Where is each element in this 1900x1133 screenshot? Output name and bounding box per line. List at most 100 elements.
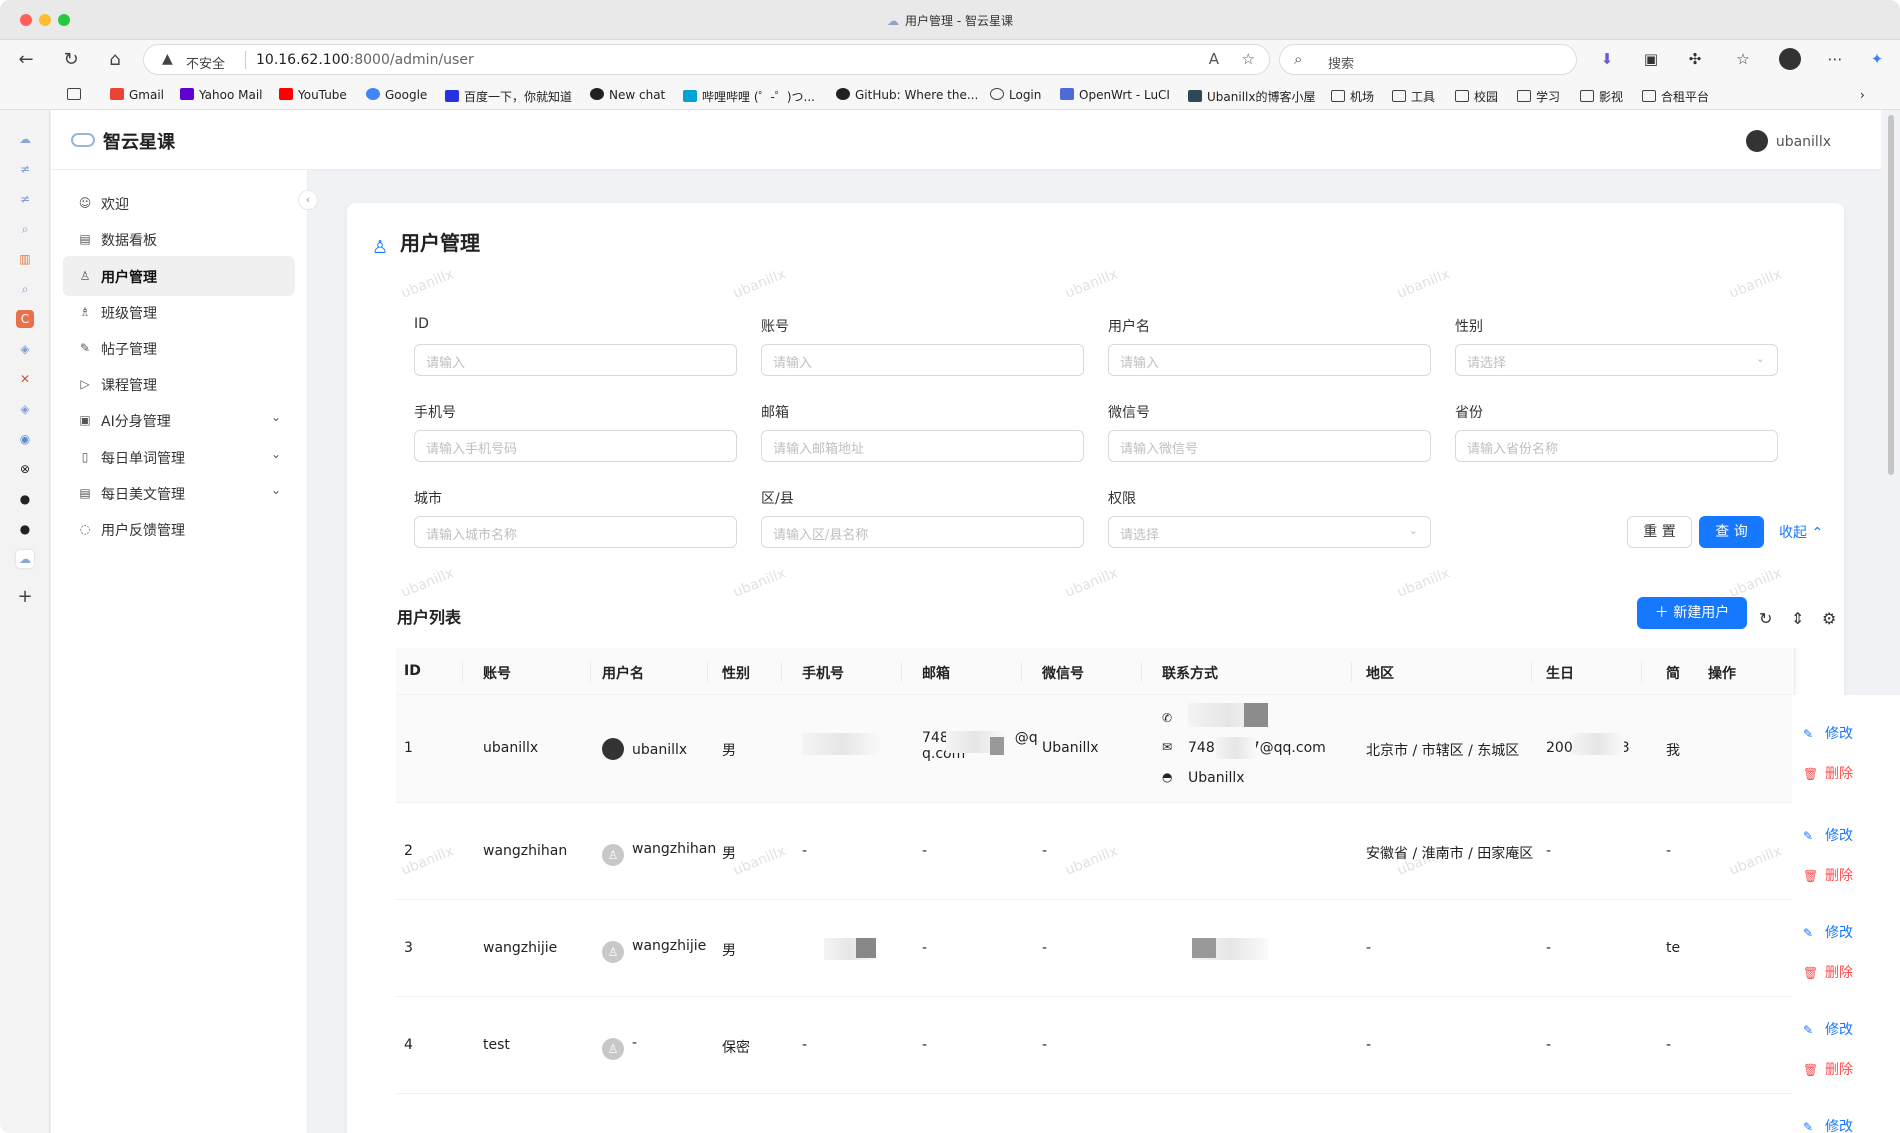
bookmark-openwrt[interactable]: OpenWrt - LuCI [1060,88,1170,102]
sidebar-item-posts[interactable]: ✎ 帖子管理 [63,328,295,368]
search-icon[interactable]: ⌕ [16,280,34,298]
column-header[interactable]: 邮箱 [922,663,950,683]
copilot-icon[interactable]: ✦ [1866,48,1888,70]
github-icon[interactable]: ● [16,490,34,508]
tools-icon[interactable]: ✕ [16,370,34,388]
app-icon[interactable]: ≠ [16,160,34,178]
bookmark-folder-share[interactable]: 合租平台 [1642,88,1709,105]
edit-button[interactable]: ✎ 修改 [1803,1116,1853,1133]
shield-icon[interactable]: ◈ [16,400,34,418]
table-row[interactable]: 2 wangzhihan ♙ wangzhihan 男 - - - 安徽省 / 淮… [396,803,1792,900]
favorite-star-icon[interactable]: ☆ [1242,50,1255,68]
bookmark-login[interactable]: Login [990,88,1041,102]
bookmark-folder-study[interactable]: 学习 [1517,88,1560,105]
edit-button[interactable]: ✎ 修改 [1803,825,1853,845]
sidebar-item-daily-words[interactable]: ▯ 每日单词管理 ⌄ [63,437,295,477]
address-bar[interactable]: ▲ 不安全 10.16.62.100:8000/admin/user A ☆ [143,44,1270,75]
delete-button[interactable]: 🗑 删除 [1803,865,1853,885]
bookmark-google[interactable]: Google [366,88,427,102]
bookmark-bilibili[interactable]: 哔哩哔哩 (゜-゜)つ... [683,88,815,105]
column-header[interactable]: 简 [1666,663,1680,683]
province-input[interactable]: 请输入省份名称 [1455,430,1778,462]
bookmark-folder-airport[interactable]: 机场 [1331,88,1374,105]
chart-icon[interactable]: ▥ [16,250,34,268]
bookmark-blog[interactable]: Ubanillx的博客小屋 [1188,88,1315,105]
bookmark-menu-icon[interactable] [67,88,86,102]
wechat-input[interactable]: 请输入微信号 [1108,430,1431,462]
home-icon[interactable]: ⌂ [103,48,127,72]
favorites-icon[interactable]: ☆ [1732,48,1754,70]
sidebar-item-dashboard[interactable]: ▤ 数据看板 [63,219,295,259]
chevron-right-icon[interactable]: › [1860,88,1865,102]
sidebar-item-users[interactable]: ♙ 用户管理 [63,256,295,296]
role-select[interactable]: 请选择 ⌄ [1108,516,1431,548]
read-aloud-icon[interactable]: A [1209,50,1219,68]
column-header[interactable]: ID [404,663,421,679]
account-input[interactable]: 请输入 [761,344,1084,376]
bookmark-youtube[interactable]: YouTube [279,88,347,102]
column-header[interactable]: 微信号 [1042,663,1084,683]
github-icon[interactable]: ● [16,520,34,538]
sidebar-item-classes[interactable]: ♗ 班级管理 [63,292,295,332]
profile-avatar[interactable] [1779,48,1801,70]
district-input[interactable]: 请输入区/县名称 [761,516,1084,548]
edit-button[interactable]: ✎ 修改 [1803,1019,1853,1039]
edit-button[interactable]: ✎ 修改 [1803,723,1853,743]
bookmark-yahoo[interactable]: Yahoo Mail [180,88,263,102]
user-menu[interactable]: ubanillx [1745,130,1831,152]
extension-download-icon[interactable]: ⬇ [1596,48,1618,70]
sidebar-item-feedback[interactable]: ◌ 用户反馈管理 [63,509,295,549]
bookmark-gmail[interactable]: Gmail [110,88,164,102]
phone-input[interactable]: 请输入手机号码 [414,430,737,462]
url-text[interactable]: 10.16.62.100:8000/admin/user [256,52,474,68]
app-logo[interactable]: 智云星课 [71,128,175,154]
column-header[interactable]: 手机号 [802,663,844,683]
bookmark-github[interactable]: GitHub: Where the... [836,88,978,102]
bookmark-chatgpt[interactable]: New chat [590,88,665,102]
sidebar-item-daily-articles[interactable]: ▤ 每日美文管理 ⌄ [63,473,295,513]
username-input[interactable]: 请输入 [1108,344,1431,376]
reset-button[interactable]: 重 置 [1627,516,1692,548]
query-button[interactable]: 查 询 [1699,516,1764,548]
new-user-button[interactable]: ＋ 新建用户 [1637,597,1747,629]
back-arrow-icon[interactable]: ← [14,48,38,72]
table-row[interactable]: 1 ubanillx ubanillx 男 748 @q q.com Ubanill… [396,695,1792,803]
delete-button[interactable]: 🗑 删除 [1803,1059,1853,1079]
edit-button[interactable]: ✎ 修改 [1803,922,1853,942]
reload-icon[interactable]: ↻ [59,48,83,72]
openai-icon[interactable]: ⊗ [16,460,34,478]
c-app-icon[interactable]: C [16,310,34,328]
column-header[interactable]: 用户名 [602,663,644,683]
bookmark-folder-video[interactable]: 影视 [1580,88,1623,105]
gender-select[interactable]: 请选择 ⌄ [1455,344,1778,376]
compass-icon[interactable]: ◉ [16,430,34,448]
sidebar-item-ai-avatar[interactable]: ▣ AI分身管理 ⌄ [63,400,295,440]
bookmark-folder-tools[interactable]: 工具 [1392,88,1435,105]
puzzle-icon[interactable]: ✣ [1684,48,1706,70]
more-icon[interactable]: ⋯ [1824,48,1846,70]
settings-gear-icon[interactable]: ⚙ [1822,609,1836,628]
column-header[interactable]: 地区 [1366,663,1394,683]
cloud-icon[interactable]: ☁ [16,130,34,148]
app-icon[interactable]: ≠ [16,190,34,208]
reload-icon[interactable]: ↻ [1759,609,1772,628]
table-row[interactable]: 3 wangzhijie ♙ wangzhijie 男 - - - - te [396,900,1792,997]
column-header[interactable]: 生日 [1546,663,1574,683]
table-row[interactable]: 4 test ♙ - 保密 - - - - - - [396,997,1792,1094]
column-height-icon[interactable]: ⇕ [1791,609,1804,628]
scrollbar[interactable] [1888,115,1894,475]
column-header[interactable]: 联系方式 [1162,663,1218,683]
delete-button[interactable]: 🗑 删除 [1803,763,1853,783]
city-input[interactable]: 请输入城市名称 [414,516,737,548]
sidebar-item-courses[interactable]: ▷ 课程管理 [63,364,295,404]
search-icon[interactable]: ⌕ [16,220,34,238]
column-header[interactable]: 性别 [722,663,750,683]
bookmark-baidu[interactable]: 百度一下，你就知道 [445,88,572,105]
email-input[interactable]: 请输入邮箱地址 [761,430,1084,462]
bookmark-folder-campus[interactable]: 校园 [1455,88,1498,105]
shield-icon[interactable]: ◈ [16,340,34,358]
search-bar[interactable]: ⌕ 搜索 [1279,44,1577,75]
sidebar-item-welcome[interactable]: ☺ 欢迎 [63,183,295,223]
delete-button[interactable]: 🗑 删除 [1803,962,1853,982]
column-header[interactable]: 账号 [483,663,511,683]
